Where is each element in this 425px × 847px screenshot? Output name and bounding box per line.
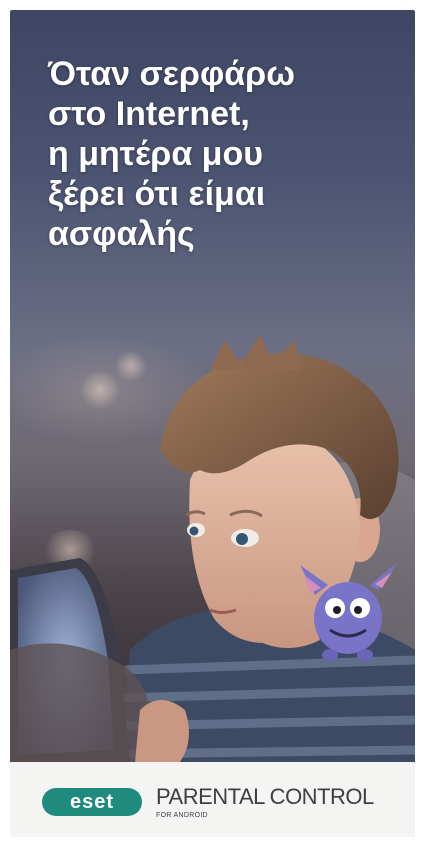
headline-line: ξέρει ότι είμαι — [48, 175, 266, 213]
brand-footer[interactable]: eset PARENTAL CONTROL FOR ANDROID — [10, 762, 415, 837]
eset-logo[interactable]: eset — [42, 788, 142, 816]
hero-photo: Όταν σερφάρω στο Internet, η μητέρα μου … — [10, 10, 415, 762]
headline-line: η μητέρα μου — [48, 135, 264, 173]
headline-line: ασφαλής — [48, 215, 195, 253]
product-subtitle: FOR ANDROID — [156, 812, 208, 819]
headline: Όταν σερφάρω στο Internet, η μητέρα μου … — [48, 54, 388, 254]
product-name: PARENTAL CONTROL — [156, 784, 374, 809]
eset-parental-control-ad[interactable]: Όταν σερφάρω στο Internet, η μητέρα μου … — [10, 10, 415, 837]
headline-line: στο Internet, — [48, 95, 250, 133]
eset-logo-text: eset — [69, 790, 115, 813]
headline-line: Όταν σερφάρω — [48, 55, 295, 93]
